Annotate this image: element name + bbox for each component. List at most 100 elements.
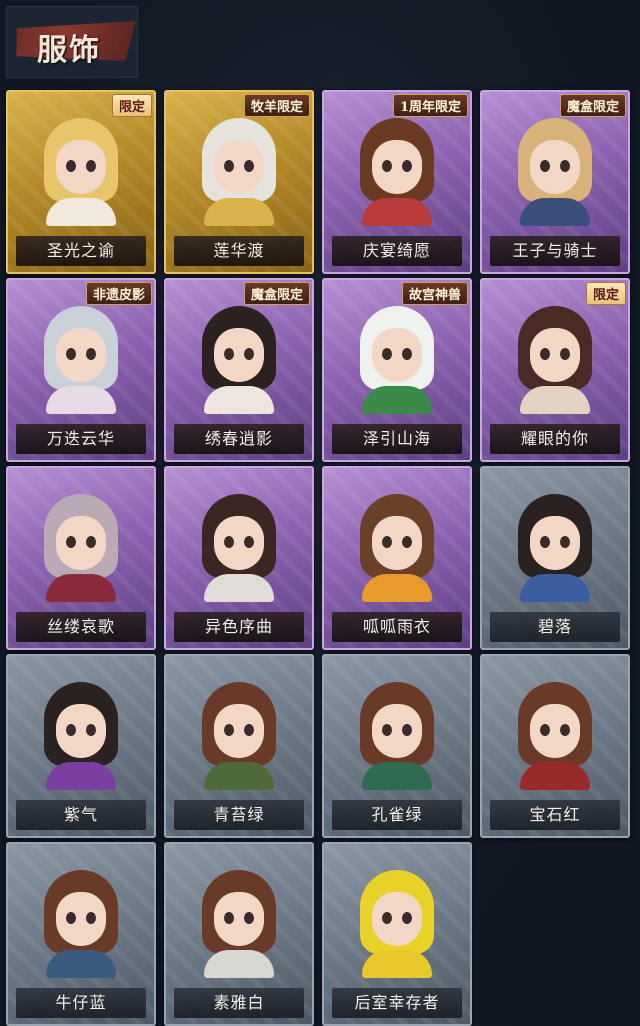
- portrait-face: [372, 892, 422, 946]
- character-portrait: [352, 866, 442, 978]
- portrait-eye: [244, 348, 254, 360]
- limited-badge: 牧羊限定: [243, 94, 310, 117]
- portrait-face: [56, 704, 106, 758]
- portrait-eye: [382, 536, 392, 548]
- portrait-eye: [66, 724, 76, 736]
- portrait-eye: [66, 348, 76, 360]
- costume-card[interactable]: 孔雀绿: [322, 654, 472, 838]
- costume-card[interactable]: 限定 圣光之谕: [6, 90, 156, 274]
- portrait-body: [46, 574, 116, 602]
- portrait-eye: [86, 160, 96, 172]
- portrait-eye: [86, 348, 96, 360]
- portrait-eye: [402, 348, 412, 360]
- portrait-eye: [560, 348, 570, 360]
- portrait-eye: [402, 160, 412, 172]
- portrait-body: [46, 950, 116, 978]
- costume-name: 莲华渡: [174, 236, 304, 266]
- portrait-eye: [382, 160, 392, 172]
- portrait-eye: [86, 724, 96, 736]
- limited-badge: 限定: [585, 282, 626, 305]
- costume-card[interactable]: 限定耀眼的你: [480, 278, 630, 462]
- limited-badge: 限定: [111, 94, 152, 117]
- costume-card[interactable]: 呱呱雨衣: [322, 466, 472, 650]
- limited-badge: 故宫神兽: [401, 282, 468, 305]
- costume-card[interactable]: 紫气: [6, 654, 156, 838]
- portrait-eye: [540, 348, 550, 360]
- costume-card[interactable]: 宝石红: [480, 654, 630, 838]
- costume-card[interactable]: 异色序曲: [164, 466, 314, 650]
- portrait-eye: [86, 912, 96, 924]
- character-portrait: [36, 866, 126, 978]
- costume-name: 牛仔蓝: [16, 988, 146, 1018]
- character-portrait: [36, 114, 126, 226]
- costume-card[interactable]: 青苔绿: [164, 654, 314, 838]
- portrait-body: [46, 198, 116, 226]
- portrait-face: [56, 892, 106, 946]
- portrait-face: [530, 140, 580, 194]
- portrait-body: [362, 386, 432, 414]
- portrait-eye: [560, 160, 570, 172]
- portrait-face: [530, 328, 580, 382]
- costume-name: 丝缕哀歌: [16, 612, 146, 642]
- portrait-body: [204, 762, 274, 790]
- costume-card[interactable]: 1周年限定 庆宴绮愿: [322, 90, 472, 274]
- portrait-eye: [382, 912, 392, 924]
- portrait-eye: [244, 724, 254, 736]
- costume-name: 宝石红: [490, 800, 620, 830]
- costume-card[interactable]: 牧羊限定莲华渡: [164, 90, 314, 274]
- portrait-face: [214, 704, 264, 758]
- portrait-face: [530, 704, 580, 758]
- portrait-eye: [224, 536, 234, 548]
- character-portrait: [36, 678, 126, 790]
- character-portrait: [352, 678, 442, 790]
- character-portrait: [36, 490, 126, 602]
- costume-name: 后室幸存者: [332, 988, 462, 1018]
- portrait-body: [520, 386, 590, 414]
- character-portrait: [510, 678, 600, 790]
- costume-name: 素雅白: [174, 988, 304, 1018]
- costume-card[interactable]: 魔盒限定 王子与骑士: [480, 90, 630, 274]
- portrait-eye: [402, 912, 412, 924]
- portrait-body: [46, 386, 116, 414]
- portrait-eye: [540, 724, 550, 736]
- character-portrait: [194, 302, 284, 414]
- costume-name: 庆宴绮愿: [332, 236, 462, 266]
- costume-name: 王子与骑士: [490, 236, 620, 266]
- portrait-eye: [540, 160, 550, 172]
- portrait-face: [214, 892, 264, 946]
- character-portrait: [194, 866, 284, 978]
- limited-badge: 非遗皮影: [85, 282, 152, 305]
- costume-name: 紫气: [16, 800, 146, 830]
- costume-card[interactable]: 素雅白: [164, 842, 314, 1026]
- costume-card[interactable]: 碧落: [480, 466, 630, 650]
- costume-name: 耀眼的你: [490, 424, 620, 454]
- portrait-eye: [224, 160, 234, 172]
- limited-badge: 魔盒限定: [243, 282, 310, 305]
- costume-card[interactable]: 故宫神兽 泽引山海: [322, 278, 472, 462]
- portrait-eye: [224, 912, 234, 924]
- costume-grid: 限定 圣光之谕 牧羊限定 莲华渡 1周年限定 庆宴绮愿 魔盒限定 王子与骑士 非遗皮影 万迭云华魔…: [0, 0, 640, 1026]
- portrait-face: [372, 328, 422, 382]
- portrait-body: [204, 386, 274, 414]
- costume-card[interactable]: 丝缕哀歌: [6, 466, 156, 650]
- costume-name: 万迭云华: [16, 424, 146, 454]
- costume-card[interactable]: 非遗皮影万迭云华: [6, 278, 156, 462]
- portrait-body: [362, 950, 432, 978]
- portrait-face: [372, 516, 422, 570]
- character-portrait: [510, 302, 600, 414]
- portrait-body: [520, 574, 590, 602]
- portrait-eye: [244, 160, 254, 172]
- costume-name: 青苔绿: [174, 800, 304, 830]
- costume-name: 碧落: [490, 612, 620, 642]
- portrait-body: [520, 762, 590, 790]
- portrait-body: [362, 574, 432, 602]
- costume-card[interactable]: 牛仔蓝: [6, 842, 156, 1026]
- costume-card[interactable]: 魔盒限定 绣春逍影: [164, 278, 314, 462]
- portrait-face: [214, 140, 264, 194]
- character-portrait: [510, 114, 600, 226]
- portrait-face: [530, 516, 580, 570]
- portrait-body: [362, 198, 432, 226]
- portrait-body: [204, 950, 274, 978]
- character-portrait: [194, 114, 284, 226]
- costume-card[interactable]: 后室幸存者: [322, 842, 472, 1026]
